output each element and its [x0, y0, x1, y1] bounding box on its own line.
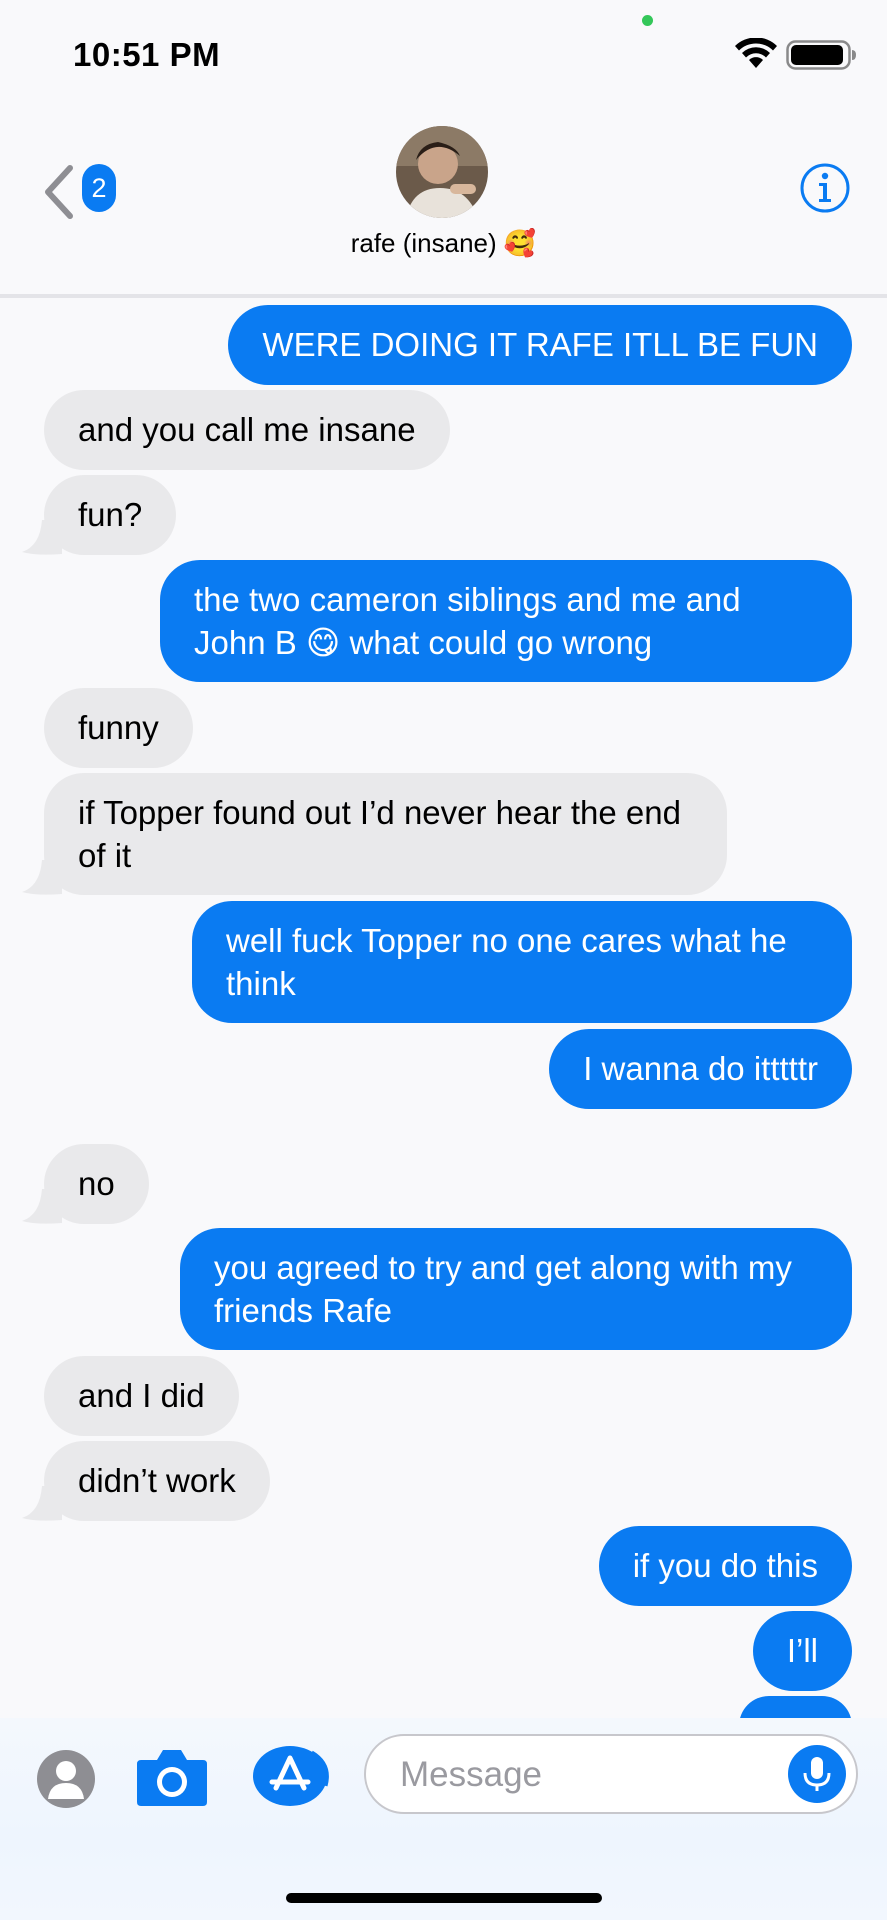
message-bubble-incoming[interactable]: and you call me insane	[44, 390, 450, 470]
message-bubble-incoming[interactable]: if Topper found out I’d never hear the e…	[44, 773, 727, 895]
message-bubble-outgoing[interactable]: I wanna do itttttr	[549, 1029, 852, 1109]
status-bar: 10:51 PM	[0, 0, 887, 110]
message-bubble-outgoing[interactable]: you agreed to try and get along with my …	[180, 1228, 852, 1350]
message-bubble-outgoing[interactable]: if you do this	[598, 1526, 852, 1606]
compose-bar	[0, 1718, 887, 1920]
message-thread[interactable]: WERE DOING IT RAFE ITLL BE FUN and you c…	[0, 298, 887, 1718]
microphone-icon	[803, 1757, 831, 1791]
microphone-button[interactable]	[788, 1745, 846, 1803]
bubble-tail	[22, 520, 62, 555]
message-input[interactable]	[398, 1750, 782, 1800]
conversation-header: 2 rafe (insane) 🥰	[0, 110, 887, 298]
message-bubble-incoming[interactable]: fun?	[44, 475, 177, 555]
bubble-tail	[22, 1486, 62, 1521]
bubble-tail	[22, 860, 62, 895]
info-button[interactable]	[799, 162, 851, 219]
bubble-tail	[22, 1189, 62, 1224]
message-bubble-incoming[interactable]: funny	[44, 688, 193, 768]
message-field[interactable]	[364, 1734, 858, 1814]
home-indicator[interactable]	[286, 1893, 602, 1903]
battery-icon	[786, 40, 856, 70]
message-bubble-incoming[interactable]: didn’t work	[44, 1441, 270, 1521]
contact-avatar-icon[interactable]	[36, 1749, 96, 1809]
status-time: 10:51 PM	[73, 36, 221, 73]
camera-indicator-dot	[642, 15, 653, 26]
back-chevron-icon	[45, 165, 73, 219]
app-store-icon[interactable]	[252, 1744, 332, 1808]
contact-avatar[interactable]	[396, 126, 488, 218]
camera-icon[interactable]	[135, 1746, 209, 1808]
message-bubble-incoming[interactable]: and I did	[44, 1356, 239, 1436]
message-bubble-outgoing[interactable]: the two cameron siblings and me and John…	[160, 560, 852, 682]
unread-count-badge: 2	[82, 164, 116, 212]
next-message-bubble	[739, 1696, 852, 1718]
contact-photo	[396, 126, 488, 218]
wifi-icon	[735, 38, 777, 68]
contact-name[interactable]: rafe (insane) 🥰	[0, 228, 887, 259]
message-bubble-outgoing[interactable]: I’ll	[752, 1611, 852, 1691]
message-bubble-outgoing[interactable]: well fuck Topper no one cares what he th…	[192, 901, 852, 1023]
info-icon	[800, 163, 850, 213]
message-bubble-outgoing[interactable]: WERE DOING IT RAFE ITLL BE FUN	[228, 305, 852, 385]
